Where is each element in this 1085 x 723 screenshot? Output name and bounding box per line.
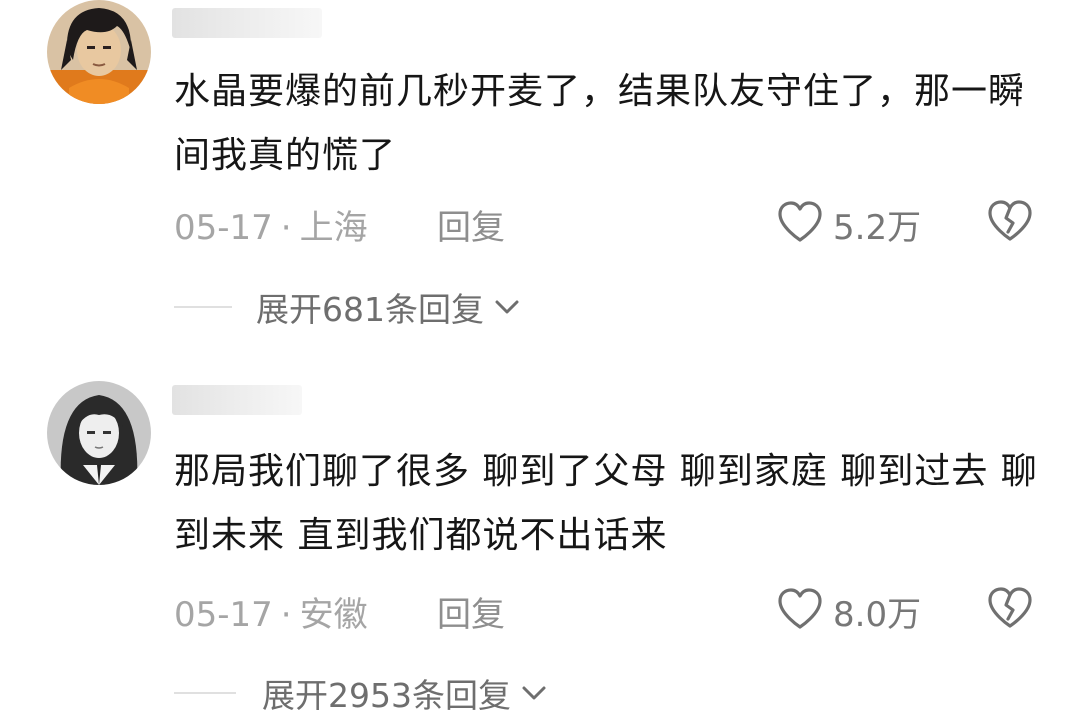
comment-text: 水晶要爆的前几秒开麦了，结果队友守住了，那一瞬间我真的慌了 (174, 71, 1026, 176)
comment-meta: 05-17 · 安徽 (174, 587, 368, 636)
reply-button[interactable]: 回复 (437, 200, 505, 249)
username-blurred[interactable] (172, 385, 302, 415)
chevron-down-icon (522, 686, 546, 700)
comment-location: 安徽 (299, 595, 368, 635)
like-count: 8.0万 (833, 595, 922, 635)
comment-text: 那局我们聊了很多 聊到了父母 聊到家庭 聊到过去 聊到未来 直到我们都说不出话来 (174, 451, 1038, 556)
comment-item: 那局我们聊了很多 聊到了父母 聊到家庭 聊到过去 聊到未来 直到我们都说不出话来… (0, 375, 1085, 723)
username-blurred[interactable] (172, 8, 322, 38)
meta-separator: · (280, 595, 292, 635)
comment-date: 05-17 (174, 595, 273, 635)
divider-line (174, 306, 232, 308)
expand-replies-button[interactable]: 展开2953条回复 (174, 673, 549, 715)
avatar[interactable] (47, 0, 151, 104)
expand-replies-label: 展开681条回复 (256, 290, 484, 329)
comment-location: 上海 (299, 208, 368, 248)
comment-date: 05-17 (174, 208, 273, 248)
broken-heart-icon[interactable] (987, 587, 1033, 629)
heart-outline-icon[interactable] (777, 588, 823, 630)
chevron-down-icon (495, 300, 519, 314)
expand-replies-button[interactable]: 展开681条回复 (174, 287, 522, 329)
comment-meta: 05-17 · 上海 (174, 200, 368, 249)
heart-outline-icon[interactable] (777, 201, 823, 243)
divider-line (174, 692, 236, 694)
meta-separator: · (280, 208, 292, 248)
like-count: 5.2万 (833, 208, 922, 248)
comment-item: 水晶要爆的前几秒开麦了，结果队友守住了，那一瞬间我真的慌了 05-17 · 上海 回… (0, 0, 1085, 360)
broken-heart-icon[interactable] (987, 200, 1033, 242)
avatar[interactable] (47, 381, 151, 485)
expand-replies-label: 展开2953条回复 (262, 676, 511, 715)
reply-button[interactable]: 回复 (437, 587, 505, 636)
